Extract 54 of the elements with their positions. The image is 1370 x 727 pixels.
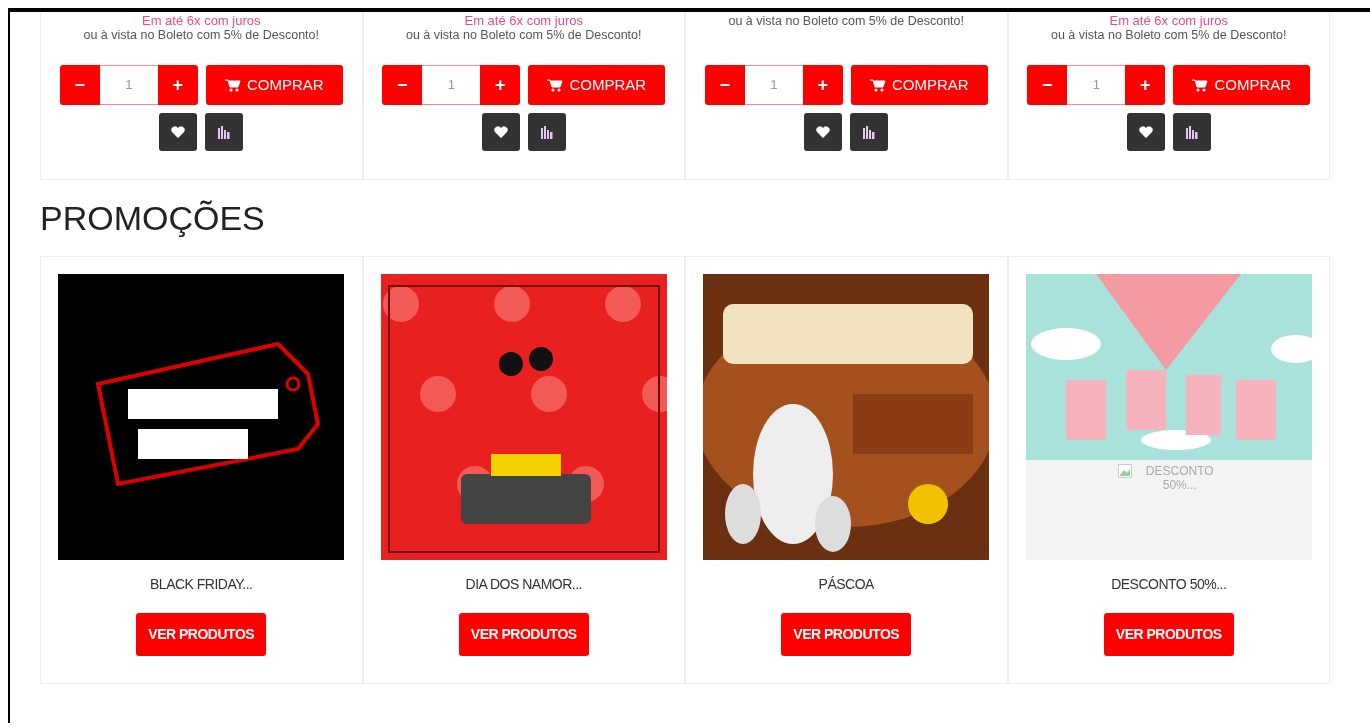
promo-title: BLACK FRIDAY... bbox=[149, 575, 254, 594]
bar-chart-icon bbox=[1185, 125, 1198, 139]
buy-button[interactable]: COMPRAR bbox=[1173, 65, 1311, 105]
section-heading: PROMOÇÕES bbox=[40, 198, 266, 238]
heart-icon bbox=[171, 126, 186, 138]
compare-button[interactable] bbox=[205, 113, 244, 151]
payment-note: ou à vista no Boleto com 5% de Desconto! bbox=[82, 28, 321, 43]
image-alt-text: DESCONTO 50%... bbox=[1144, 464, 1215, 494]
increase-button[interactable]: + bbox=[157, 65, 198, 105]
buy-button[interactable]: COMPRAR bbox=[850, 65, 988, 105]
quantity-field[interactable]: 1 bbox=[1067, 65, 1126, 105]
decrease-button[interactable]: − bbox=[704, 65, 745, 105]
decrease-button[interactable]: − bbox=[382, 65, 423, 105]
increase-button[interactable]: + bbox=[480, 65, 521, 105]
cart-icon bbox=[869, 78, 886, 92]
cart-icon bbox=[1192, 78, 1209, 92]
wishlist-button[interactable] bbox=[481, 113, 520, 151]
payment-note: ou à vista no Boleto com 5% de Desconto! bbox=[1049, 28, 1288, 43]
compare-button[interactable] bbox=[527, 113, 566, 151]
installment-text: Em até 6x com juros bbox=[1108, 14, 1229, 28]
bar-chart-icon bbox=[540, 125, 553, 139]
broken-image-icon bbox=[1117, 464, 1132, 478]
view-products-button[interactable]: VER PRODUTOS bbox=[1103, 613, 1234, 656]
installment-text: Em até 6x com juros bbox=[141, 14, 262, 28]
view-products-button[interactable]: VER PRODUTOS bbox=[136, 613, 267, 656]
promo-title: PÁSCOA bbox=[817, 575, 875, 594]
buy-button[interactable]: COMPRAR bbox=[528, 65, 666, 105]
bar-chart-icon bbox=[218, 125, 231, 139]
quantity-field[interactable]: 1 bbox=[744, 65, 803, 105]
buy-button[interactable]: COMPRAR bbox=[205, 65, 343, 105]
decrease-button[interactable]: − bbox=[1027, 65, 1068, 105]
heart-icon bbox=[493, 126, 508, 138]
increase-button[interactable]: + bbox=[1125, 65, 1166, 105]
bar-chart-icon bbox=[863, 125, 876, 139]
compare-button[interactable] bbox=[1172, 113, 1211, 151]
view-products-button[interactable]: VER PRODUTOS bbox=[781, 613, 912, 656]
wishlist-button[interactable] bbox=[804, 113, 843, 151]
installment-text: Em até 6x com juros bbox=[463, 14, 584, 28]
decrease-button[interactable]: − bbox=[59, 65, 100, 105]
payment-note: ou à vista no Boleto com 5% de Desconto! bbox=[404, 28, 643, 43]
increase-button[interactable]: + bbox=[802, 65, 843, 105]
payment-note: ou à vista no Boleto com 5% de Desconto! bbox=[727, 14, 966, 29]
quantity-field[interactable]: 1 bbox=[422, 65, 481, 105]
cart-icon bbox=[547, 78, 564, 92]
quantity-field[interactable]: 1 bbox=[99, 65, 158, 105]
cart-icon bbox=[224, 78, 241, 92]
heart-icon bbox=[816, 126, 831, 138]
view-products-button[interactable]: VER PRODUTOS bbox=[458, 613, 589, 656]
promo-title: DIA DOS NAMOR... bbox=[464, 575, 583, 594]
wishlist-button[interactable] bbox=[1126, 113, 1165, 151]
promo-title: DESCONTO 50%... bbox=[1110, 575, 1228, 594]
compare-button[interactable] bbox=[850, 113, 889, 151]
wishlist-button[interactable] bbox=[159, 113, 198, 151]
heart-icon bbox=[1138, 126, 1153, 138]
